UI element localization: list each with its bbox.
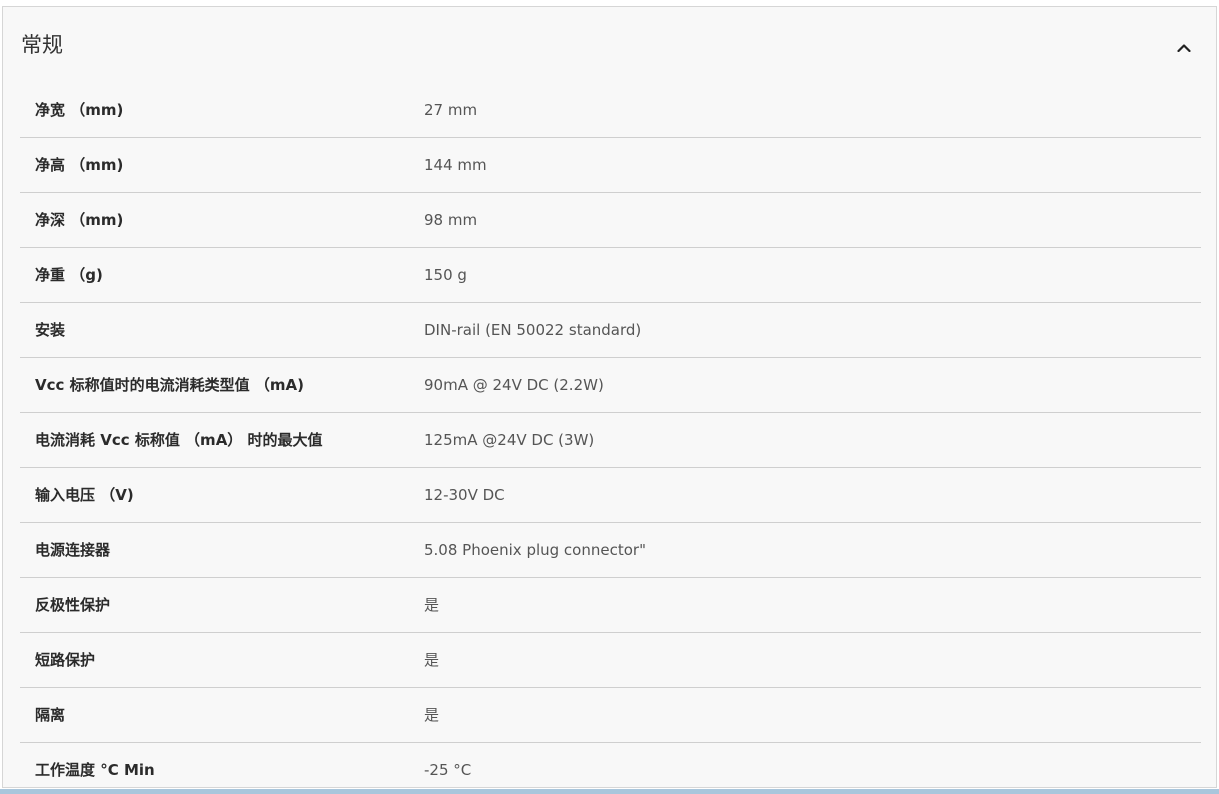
spec-row-operating-temp-min: 工作温度 °C Min -25 °C [20, 743, 1201, 787]
spec-value: 125mA @24V DC (3W) [424, 431, 595, 449]
spec-list: 净宽 （mm) 27 mm 净高 （mm) 144 mm 净深 （mm) 98 … [20, 83, 1201, 787]
chevron-up-icon [1177, 43, 1191, 52]
spec-value: 27 mm [424, 101, 478, 119]
spec-row-reverse-polarity: 反极性保护 是 [20, 578, 1201, 633]
spec-label: 净重 （g) [35, 266, 103, 284]
spec-row-input-voltage: 输入电压 （V) 12-30V DC [20, 468, 1201, 523]
spec-label: 净宽 （mm) [35, 101, 124, 119]
spec-label: 安装 [35, 321, 66, 339]
spec-label: 输入电压 （V) [35, 486, 134, 504]
spec-row-mounting: 安装 DIN-rail (EN 50022 standard) [20, 303, 1201, 358]
spec-value: 是 [424, 596, 440, 614]
general-specs-panel: 常规 净宽 （mm) 27 mm 净高 （mm) 144 mm 净深 （mm) … [2, 6, 1217, 788]
spec-value: 5.08 Phoenix plug connector" [424, 541, 646, 559]
spec-row-net-width: 净宽 （mm) 27 mm [20, 83, 1201, 138]
panel-title: 常规 [21, 33, 63, 57]
spec-label: 净深 （mm) [35, 211, 124, 229]
spec-label: 反极性保护 [35, 596, 111, 614]
collapse-toggle-button[interactable] [1172, 35, 1196, 59]
spec-label: 隔离 [35, 706, 66, 724]
bottom-edge-strip [0, 789, 1219, 794]
spec-value: 90mA @ 24V DC (2.2W) [424, 376, 604, 394]
spec-value: -25 °C [424, 761, 472, 779]
spec-label: 电流消耗 Vcc 标称值 （mA） 时的最大值 [35, 431, 323, 449]
spec-label: 短路保护 [35, 651, 96, 669]
spec-value: 是 [424, 706, 440, 724]
spec-row-typical-current: Vcc 标称值时的电流消耗类型值 （mA) 90mA @ 24V DC (2.2… [20, 358, 1201, 413]
spec-row-isolation: 隔离 是 [20, 688, 1201, 743]
spec-value: 98 mm [424, 211, 478, 229]
spec-row-net-weight: 净重 （g) 150 g [20, 248, 1201, 303]
spec-value: 12-30V DC [424, 486, 505, 504]
spec-row-short-circuit: 短路保护 是 [20, 633, 1201, 688]
spec-row-net-height: 净高 （mm) 144 mm [20, 138, 1201, 193]
spec-row-net-depth: 净深 （mm) 98 mm [20, 193, 1201, 248]
spec-value: 是 [424, 651, 440, 669]
spec-value: DIN-rail (EN 50022 standard) [424, 321, 642, 339]
spec-label: 工作温度 °C Min [35, 761, 155, 779]
panel-header[interactable]: 常规 [3, 7, 1216, 83]
spec-value: 144 mm [424, 156, 487, 174]
spec-value: 150 g [424, 266, 467, 284]
spec-label: Vcc 标称值时的电流消耗类型值 （mA) [35, 376, 304, 394]
spec-label: 净高 （mm) [35, 156, 124, 174]
spec-row-power-connector: 电源连接器 5.08 Phoenix plug connector" [20, 523, 1201, 578]
spec-row-max-current: 电流消耗 Vcc 标称值 （mA） 时的最大值 125mA @24V DC (3… [20, 413, 1201, 468]
spec-label: 电源连接器 [35, 541, 111, 559]
